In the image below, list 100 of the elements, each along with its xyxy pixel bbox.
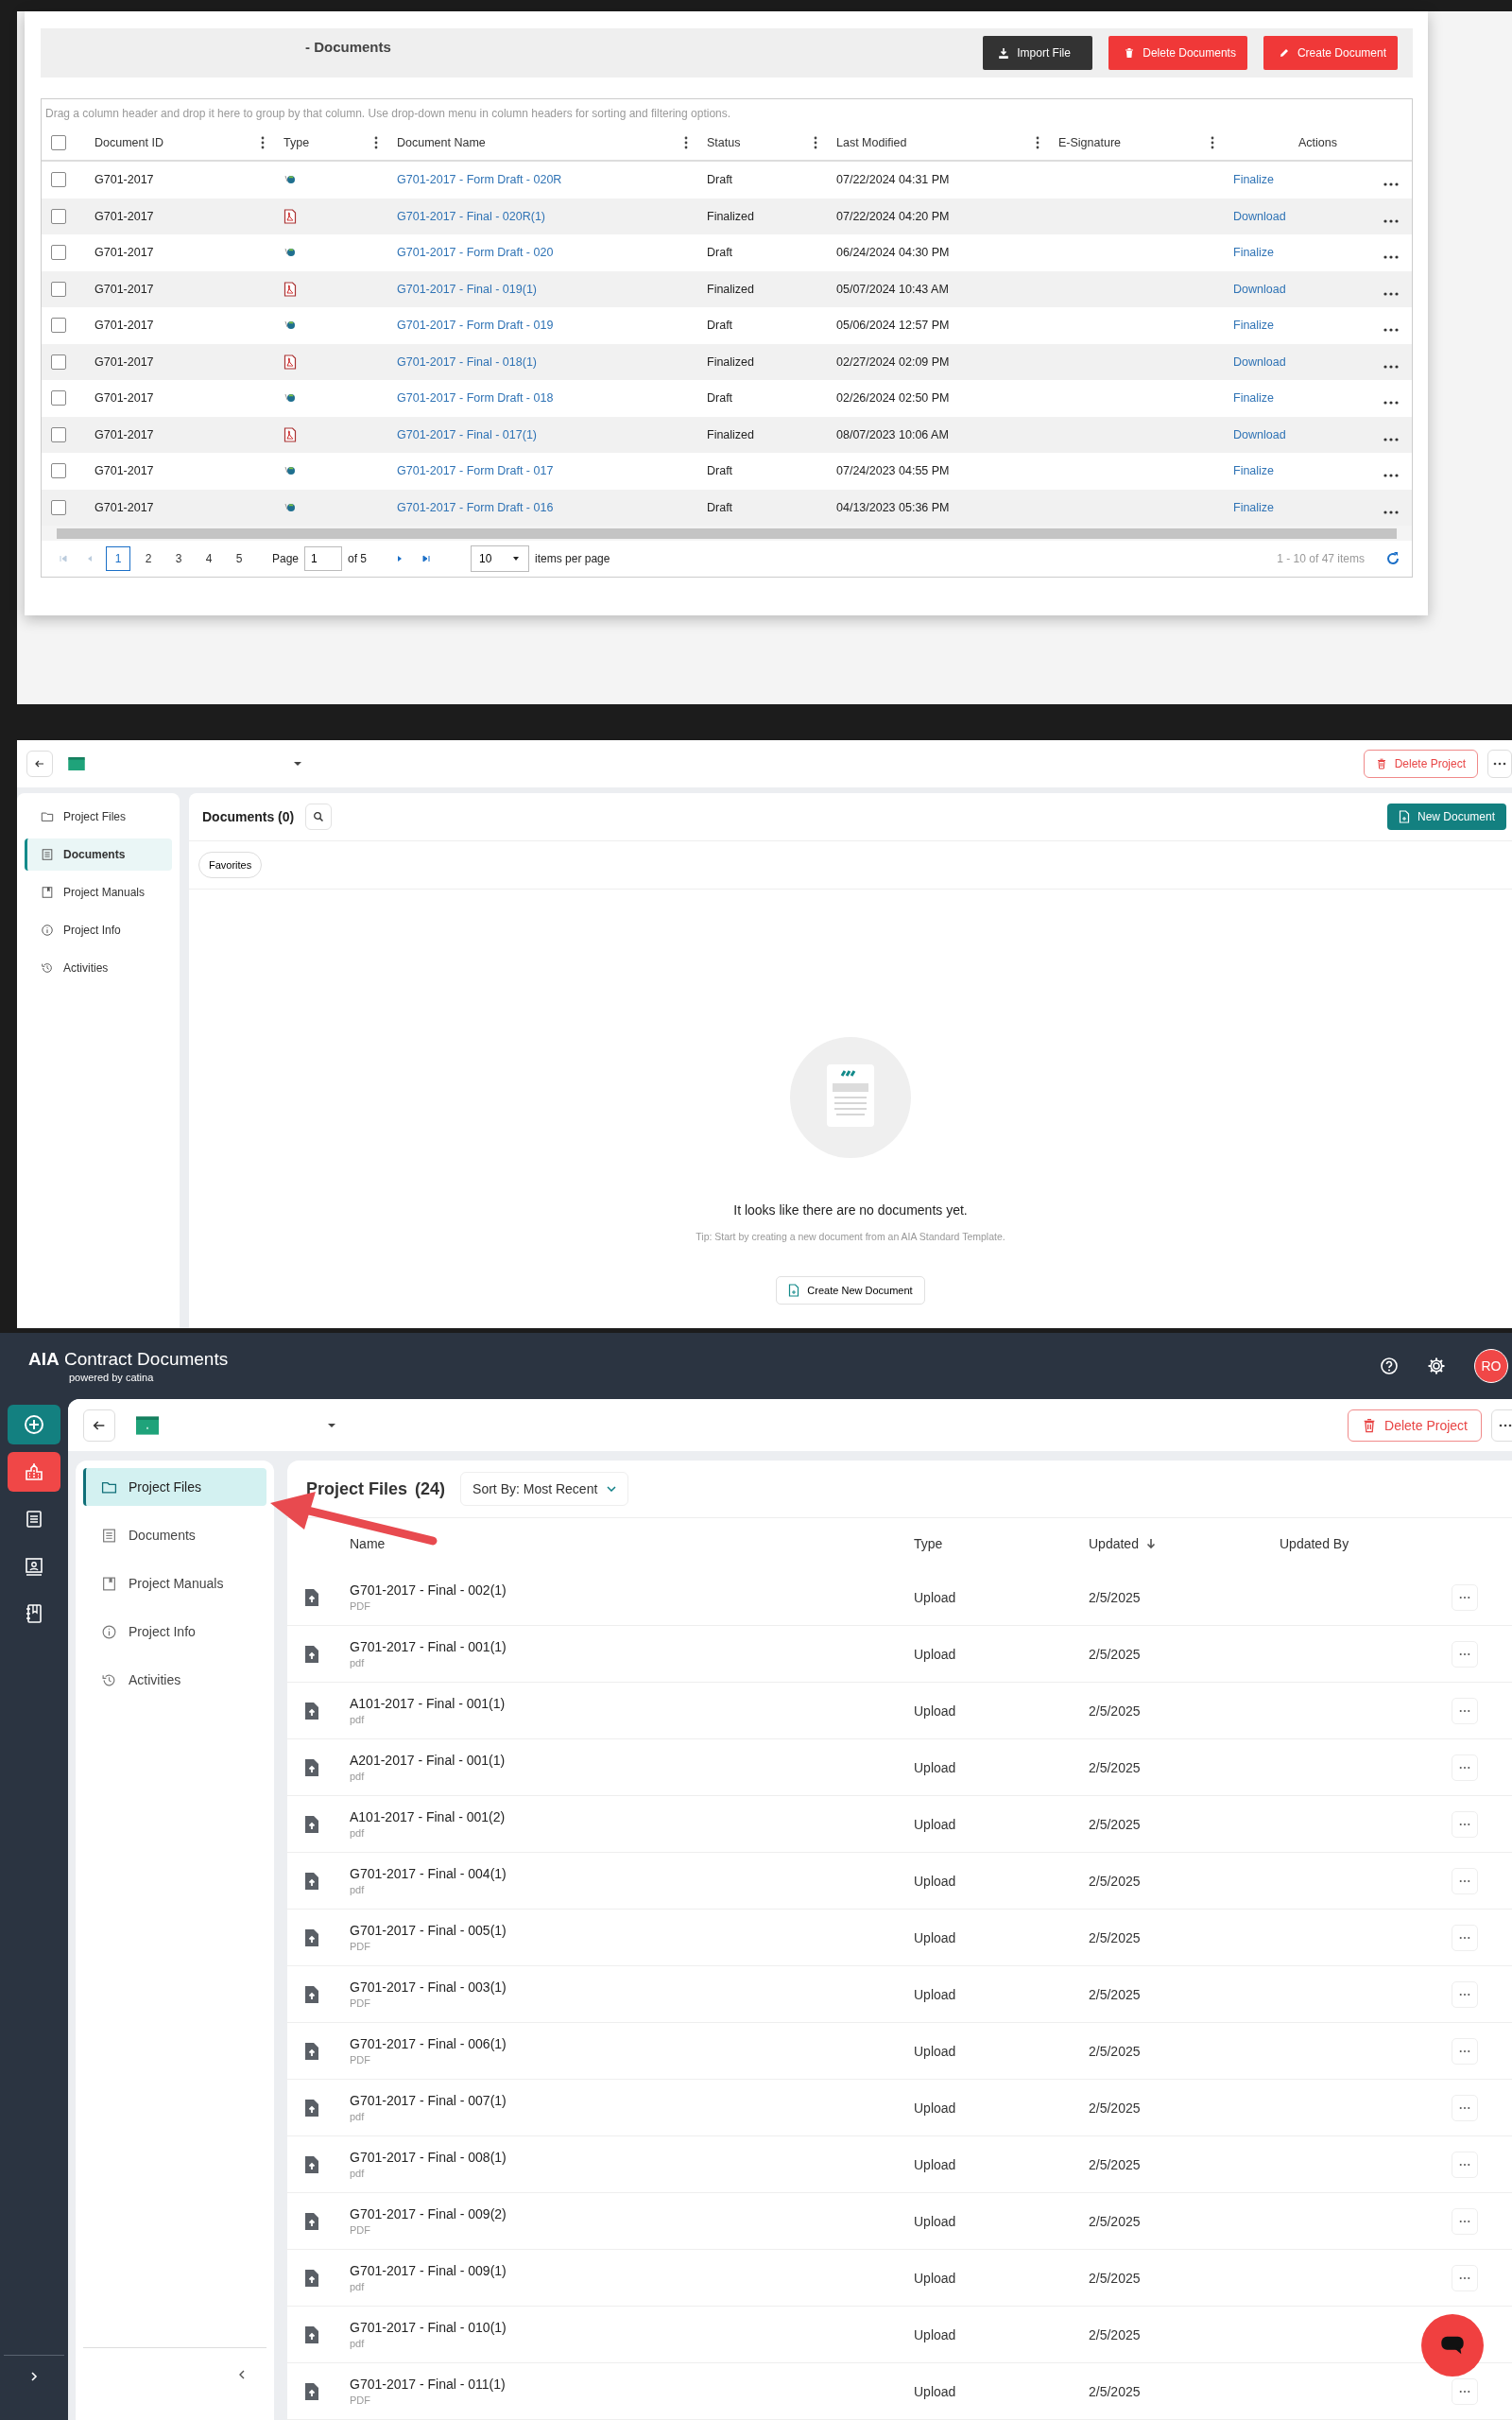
nav-item[interactable]: Project Files [25,801,172,833]
row-checkbox[interactable] [51,172,66,188]
add-button[interactable] [8,1405,60,1444]
more-icon[interactable] [1383,364,1399,369]
file-name[interactable]: A201-2017 - Final - 001(1) [350,1753,914,1768]
brand-logo[interactable]: AIA Contract Documents [28,1349,229,1370]
file-name[interactable]: G701-2017 - Final - 006(1) [350,2036,914,2051]
column-header[interactable]: Type [914,1536,1089,1551]
page-number-button[interactable]: 2 [136,546,161,571]
action-link[interactable]: Download [1233,282,1286,296]
document-name-link[interactable]: G701-2017 - Final - 017(1) [397,427,537,441]
more-icon[interactable] [1383,182,1399,187]
favorites-filter-chip[interactable]: Favorites [198,852,263,878]
file-name[interactable]: G701-2017 - Final - 002(1) [350,1582,914,1598]
create-new-document-button[interactable]: Create New Document [776,1276,925,1305]
file-name[interactable]: G701-2017 - Final - 009(2) [350,2206,914,2221]
column-menu-icon[interactable] [374,136,378,149]
refresh-icon[interactable] [1385,551,1400,566]
last-page-icon[interactable] [421,554,432,563]
row-checkbox[interactable] [51,426,66,442]
file-name[interactable]: G701-2017 - Final - 007(1) [350,2093,914,2108]
action-link[interactable]: Finalize [1233,319,1275,333]
column-menu-icon[interactable] [814,136,817,149]
action-link[interactable]: Finalize [1233,464,1275,478]
more-icon[interactable] [1383,437,1399,441]
settings-icon[interactable] [1427,1357,1446,1375]
back-button[interactable] [26,751,53,777]
column-menu-icon[interactable] [1211,136,1214,149]
nav-item[interactable]: Project Files [83,1468,266,1506]
more-icon[interactable] [1383,291,1399,296]
document-name-link[interactable]: G701-2017 - Form Draft - 020 [397,246,554,260]
user-avatar[interactable]: RO [1474,1349,1508,1383]
column-header[interactable]: Type [284,136,310,149]
delete-project-button[interactable]: Delete Project [1363,750,1478,778]
more-icon[interactable] [1383,510,1399,514]
action-link[interactable]: Download [1233,354,1286,369]
nav-item[interactable]: Activities [25,952,172,984]
more-icon[interactable] [1383,401,1399,406]
action-link[interactable]: Finalize [1233,391,1275,406]
help-icon[interactable] [1380,1357,1399,1375]
nav-item[interactable]: Activities [83,1661,266,1699]
document-name-link[interactable]: G701-2017 - Form Draft - 020R [397,173,562,187]
more-icon[interactable] [1383,474,1399,478]
column-header[interactable]: Actions [1298,136,1337,149]
more-icon[interactable] [1383,255,1399,260]
page-input[interactable]: 1 [304,546,343,571]
row-checkbox[interactable] [51,499,66,515]
document-name-link[interactable]: G701-2017 - Form Draft - 019 [397,319,554,333]
column-menu-icon[interactable] [684,136,688,149]
document-name-link[interactable]: G701-2017 - Form Draft - 018 [397,391,554,406]
column-header[interactable]: Updated [1089,1536,1139,1551]
delete-documents-button[interactable]: Delete Documents [1108,36,1247,70]
column-menu-icon[interactable] [1036,136,1040,149]
file-name[interactable]: G701-2017 - Final - 011(1) [350,2377,914,2392]
file-name[interactable]: A101-2017 - Final - 001(2) [350,1809,914,1824]
document-name-link[interactable]: G701-2017 - Final - 019(1) [397,282,537,296]
row-checkbox[interactable] [51,390,66,406]
document-name-link[interactable]: G701-2017 - Form Draft - 017 [397,464,554,478]
nav-item[interactable]: Documents [83,1516,266,1554]
page-number-button[interactable]: 1 [106,546,130,571]
file-name[interactable]: G701-2017 - Final - 010(1) [350,2320,914,2335]
action-link[interactable]: Finalize [1233,173,1275,187]
column-header[interactable]: Document ID [94,136,163,149]
dropdown-caret-icon[interactable] [293,761,302,767]
sort-descending-icon[interactable] [1145,1538,1156,1549]
page-number-button[interactable]: 4 [197,546,221,571]
file-name[interactable]: G701-2017 - Final - 004(1) [350,1866,914,1881]
nav-item[interactable]: Project Manuals [83,1564,266,1602]
document-name-link[interactable]: G701-2017 - Final - 020R(1) [397,209,546,223]
column-header[interactable]: Last Modified [836,136,907,149]
column-header[interactable]: Document Name [397,136,486,149]
action-link[interactable]: Download [1233,209,1286,223]
column-header[interactable]: Name [350,1536,914,1551]
file-name[interactable]: G701-2017 - Final - 003(1) [350,1979,914,1995]
column-menu-icon[interactable] [261,136,265,149]
action-link[interactable]: Download [1233,427,1286,441]
document-name-link[interactable]: G701-2017 - Final - 018(1) [397,354,537,369]
column-header[interactable]: Updated By [1280,1536,1452,1551]
file-name[interactable]: G701-2017 - Final - 005(1) [350,1923,914,1938]
new-document-button[interactable]: New Document [1386,804,1506,830]
nav-item[interactable]: Project Manuals [25,876,172,908]
file-name[interactable]: A101-2017 - Final - 001(1) [350,1696,914,1711]
file-name[interactable]: G701-2017 - Final - 001(1) [350,1639,914,1654]
row-checkbox[interactable] [51,245,66,261]
row-checkbox[interactable] [51,208,66,224]
page-number-button[interactable]: 5 [227,546,251,571]
delete-project-button[interactable]: Delete Project [1348,1409,1482,1442]
nav-item[interactable]: Documents [25,838,172,871]
back-button[interactable] [83,1409,115,1442]
more-icon[interactable] [1383,218,1399,223]
page-number-button[interactable]: 3 [166,546,191,571]
file-name[interactable]: G701-2017 - Final - 008(1) [350,2150,914,2165]
column-header[interactable]: Status [707,136,741,149]
nav-item[interactable]: Project Info [25,914,172,946]
document-name-link[interactable]: G701-2017 - Form Draft - 016 [397,500,554,514]
file-name[interactable]: G701-2017 - Final - 009(1) [350,2263,914,2278]
search-button[interactable] [305,804,333,830]
column-header[interactable]: E-Signature [1058,136,1121,149]
import-file-button[interactable]: Import File [983,36,1093,70]
row-checkbox[interactable] [51,281,66,297]
